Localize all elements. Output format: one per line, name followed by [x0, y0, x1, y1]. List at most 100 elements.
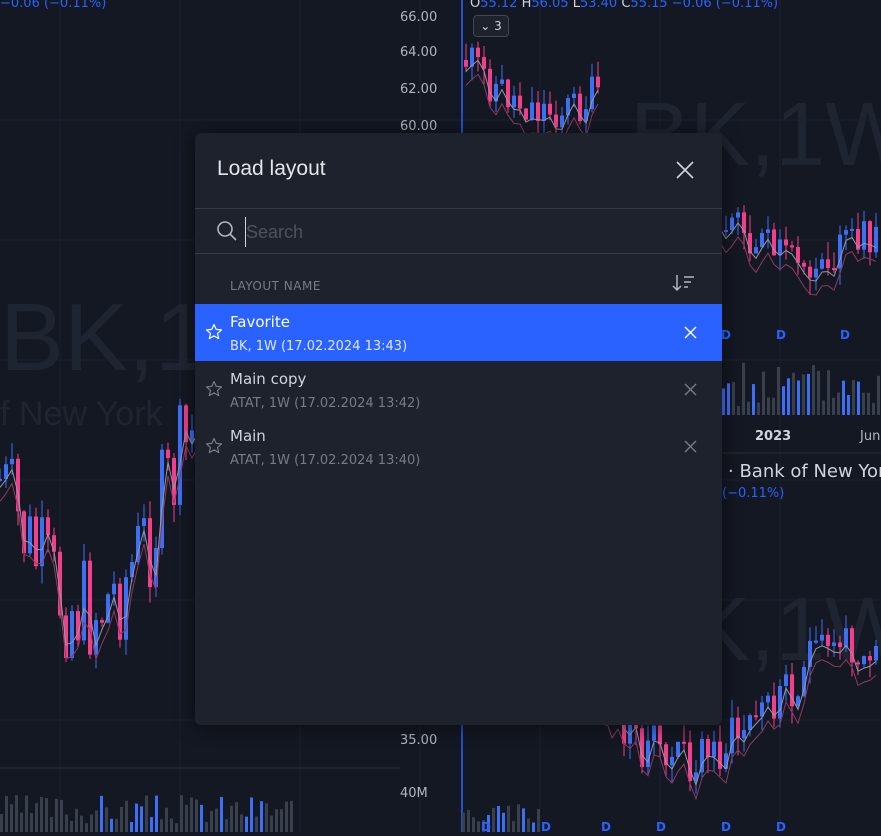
star-icon[interactable]	[205, 380, 223, 398]
volume-bar	[832, 397, 835, 415]
volume-bar	[872, 402, 875, 415]
candle-body	[518, 95, 522, 109]
volume-bar	[75, 808, 78, 832]
candle-body	[814, 268, 818, 278]
star-icon[interactable]	[205, 437, 223, 455]
volume-bar	[822, 400, 825, 415]
dialog-title: Load layout	[217, 157, 326, 180]
remove-icon[interactable]	[683, 382, 698, 397]
volume-bar	[45, 798, 48, 832]
ohlc-legend: O55.12 H56.05 L53.40 C55.15 −0.06 (−0.11…	[470, 0, 779, 11]
layout-name: Main copy	[230, 370, 307, 388]
candle-body	[784, 674, 788, 686]
layout-row-main[interactable]: Main ATAT, 1W (17.02.2024 13:40)	[195, 418, 722, 475]
volume-bar	[537, 808, 540, 832]
layout-meta: ATAT, 1W (17.02.2024 13:42)	[230, 396, 421, 411]
price-label: 60.00	[400, 119, 438, 134]
volume-bar	[512, 821, 515, 832]
volume-bar	[852, 379, 855, 415]
volume-bar	[722, 388, 725, 415]
volume-bar	[140, 806, 143, 832]
volume-bar	[120, 806, 123, 832]
candle-body	[874, 226, 878, 253]
volume-bar	[210, 810, 213, 832]
layout-name: Main	[230, 427, 266, 445]
volume-bar	[532, 822, 535, 832]
left-change: −0.06 (−0.11%)	[0, 0, 107, 11]
legend-collapse-button[interactable]: ⌄ 3	[473, 15, 509, 37]
volume-bar	[170, 818, 173, 832]
volume-bar	[752, 384, 755, 415]
volume-bar	[180, 795, 183, 832]
candle-body	[572, 93, 576, 99]
candle-body	[464, 60, 468, 67]
volume-bar	[125, 800, 128, 832]
volume-bar	[285, 801, 288, 832]
candle-body	[52, 535, 56, 552]
month-label: Jun	[860, 429, 881, 444]
sort-button[interactable]	[671, 272, 697, 294]
volume-bar	[80, 815, 83, 832]
close-button[interactable]	[672, 157, 698, 183]
volume-bar	[792, 372, 795, 415]
volume-bar	[467, 809, 470, 832]
remove-icon[interactable]	[683, 439, 698, 454]
candle-body	[820, 634, 824, 641]
candle-body	[778, 685, 782, 719]
volume-bar	[757, 402, 760, 415]
volume-bar	[115, 818, 118, 832]
volume-bar	[502, 812, 505, 832]
volume-bar	[857, 381, 860, 415]
candle-body	[658, 725, 662, 745]
watermark-sub: f New York	[0, 395, 164, 433]
column-header-layout-name[interactable]: LAYOUT NAME	[230, 279, 321, 293]
candle-body	[524, 108, 528, 120]
remove-icon[interactable]	[683, 325, 698, 340]
candle-body	[118, 583, 122, 640]
layout-row-favorite[interactable]: Favorite BK, 1W (17.02.2024 13:43)	[195, 304, 722, 361]
candle-body	[682, 741, 686, 744]
volume-bar	[527, 818, 530, 832]
volume-bar	[847, 395, 850, 415]
volume-bar	[160, 819, 163, 832]
volume-bar	[190, 797, 193, 832]
candle-body	[826, 634, 830, 646]
volume-bar	[280, 809, 283, 832]
candle-body	[820, 259, 824, 269]
candle-body	[826, 259, 830, 268]
volume-bar	[100, 795, 103, 832]
candle-body	[542, 103, 546, 121]
star-icon[interactable]	[205, 323, 223, 341]
price-label: 62.00	[400, 82, 438, 97]
candle-body	[28, 516, 32, 554]
volume-bar	[742, 362, 745, 415]
volume-bar	[85, 823, 88, 832]
layout-meta: ATAT, 1W (17.02.2024 13:40)	[230, 453, 421, 468]
volume-bar	[727, 383, 730, 415]
volume-bar	[225, 819, 228, 832]
volume-bar	[0, 814, 3, 832]
candle-body	[670, 756, 674, 766]
volume-bar	[245, 816, 248, 832]
candle-body	[88, 560, 92, 655]
volume-bar	[807, 373, 810, 415]
volume-bar	[772, 397, 775, 415]
candle-body	[874, 646, 878, 661]
volume-bar	[50, 816, 53, 832]
volume-bar	[220, 796, 223, 832]
candle-body	[724, 230, 728, 233]
volume-bar	[260, 801, 263, 832]
volume-bar	[462, 812, 465, 832]
volume-bar	[812, 365, 815, 415]
layout-row-main-copy[interactable]: Main copy ATAT, 1W (17.02.2024 13:42)	[195, 361, 722, 418]
candle-body	[688, 742, 692, 782]
volume-bar	[130, 821, 133, 832]
volume-bar	[95, 810, 98, 832]
volume-bar	[507, 805, 510, 832]
candle-body	[784, 239, 788, 246]
volume-bar	[250, 797, 253, 832]
candle-body	[766, 229, 770, 233]
search-input[interactable]	[245, 217, 708, 247]
volume-bar	[265, 803, 268, 832]
candle-body	[0, 478, 2, 481]
